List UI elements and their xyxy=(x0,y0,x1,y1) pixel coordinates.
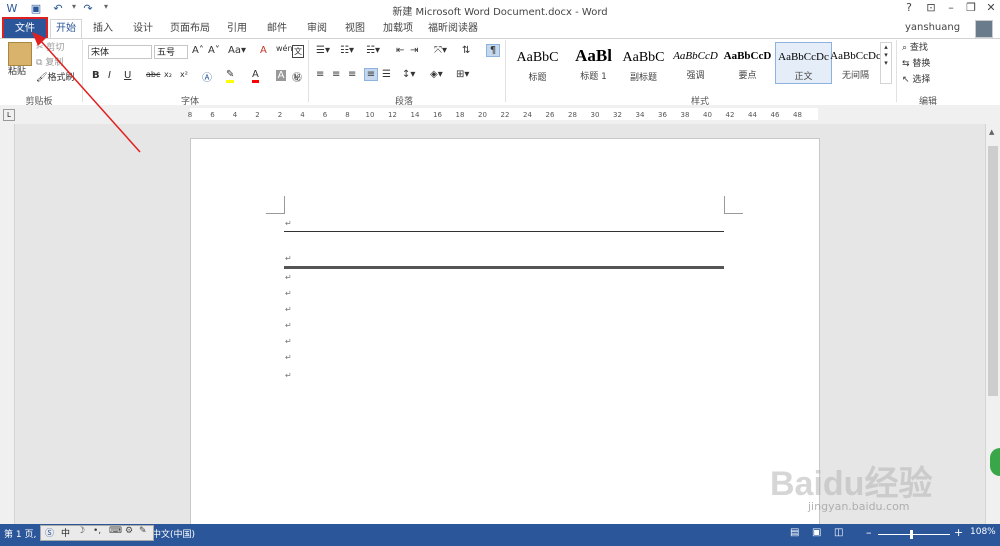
baidu-watermark-url: jingyan.baidu.com xyxy=(808,500,910,513)
ime-settings-icon[interactable]: ⚙ xyxy=(125,526,133,536)
zoom-level[interactable]: 108% xyxy=(970,527,996,537)
page-indicator[interactable]: 第 1 页, xyxy=(4,527,36,540)
read-mode-icon[interactable]: ▤ xyxy=(790,527,799,538)
ime-keyboard-icon[interactable]: ⌨ xyxy=(109,526,122,536)
floating-green-button[interactable] xyxy=(990,448,1000,476)
zoom-slider-thumb[interactable] xyxy=(910,530,913,539)
ime-tools-icon[interactable]: ✎ xyxy=(139,526,147,536)
ime-mode[interactable]: 中 xyxy=(61,526,70,539)
annotation-arrow-line xyxy=(39,39,141,153)
ime-moon-icon[interactable]: ☽ xyxy=(77,526,85,536)
zoom-slider[interactable] xyxy=(878,534,950,535)
ime-logo-icon: Ⓢ xyxy=(45,529,55,539)
zoom-out-icon[interactable]: – xyxy=(866,526,872,539)
web-layout-icon[interactable]: ◫ xyxy=(834,527,843,538)
print-layout-icon[interactable]: ▣ xyxy=(812,527,821,538)
ime-toolbar[interactable]: Ⓢ 中 ☽ •, ⌨ ⚙ ✎ xyxy=(40,525,154,541)
zoom-in-icon[interactable]: + xyxy=(954,526,963,539)
baidu-watermark: Baidu经验 xyxy=(770,465,933,503)
ime-punct-icon[interactable]: •, xyxy=(93,526,101,536)
language-indicator[interactable]: 中文(中国) xyxy=(152,527,195,540)
